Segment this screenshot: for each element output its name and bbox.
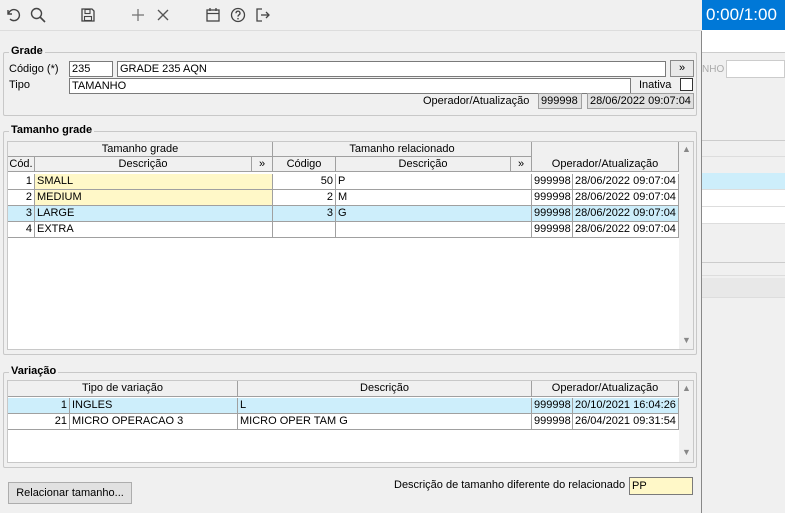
undo-icon[interactable]: [3, 5, 23, 25]
cell-cod: 21: [8, 414, 70, 430]
cell-codigo[interactable]: [273, 222, 336, 238]
cell-operador: 999998: [532, 222, 573, 238]
cell-data: 28/06/2022 09:07:04: [573, 206, 679, 222]
search-icon[interactable]: [28, 5, 48, 25]
variacao-group-title: Variação: [9, 365, 59, 377]
scroll-up-icon[interactable]: ▲: [682, 383, 691, 393]
tamanho-grade-grid: Tamanho grade Tamanho relacionado Cód. D…: [7, 141, 694, 350]
save-icon[interactable]: [78, 5, 98, 25]
relacionar-tamanho-button[interactable]: Relacionar tamanho...: [8, 482, 132, 504]
inativa-checkbox[interactable]: [680, 78, 693, 91]
cell-descricao: MICRO OPER TAM G: [238, 414, 532, 430]
cell-operador: 999998: [532, 414, 573, 430]
column-header-cod[interactable]: Cód.: [8, 157, 35, 172]
cell-operador: 999998: [532, 174, 573, 190]
grade-window: Grade Código (*) 235 GRADE 235 AQN » Tip…: [0, 0, 702, 513]
exit-icon[interactable]: [253, 5, 273, 25]
cell-cod: 1: [8, 398, 70, 414]
cell-descricao[interactable]: SMALL: [35, 174, 273, 190]
cell-descricao: L: [238, 398, 532, 414]
cell-tipo[interactable]: INGLES: [70, 398, 238, 414]
cell-cod: 4: [8, 222, 35, 238]
column-header-operador[interactable]: Operador/Atualização: [532, 381, 679, 397]
cell-codigo[interactable]: 2: [273, 190, 336, 206]
help-icon[interactable]: [228, 5, 248, 25]
descricao-rel-lookup-button[interactable]: »: [511, 157, 532, 172]
cell-data: 20/10/2021 16:04:26: [573, 398, 679, 414]
background-input: [726, 60, 785, 78]
codigo-description-input[interactable]: GRADE 235 AQN: [117, 61, 666, 77]
inativa-label: Inativa: [639, 79, 672, 91]
scroll-up-icon[interactable]: ▲: [682, 144, 691, 154]
cell-codigo[interactable]: 3: [273, 206, 336, 222]
column-header-descricao-rel[interactable]: Descrição: [336, 157, 511, 172]
cell-operador: 999998: [532, 206, 573, 222]
desc-diff-label: Descrição de tamanho diferente do relaci…: [394, 479, 626, 491]
add-icon[interactable]: [128, 5, 148, 25]
grid-group-header: Tamanho relacionado: [273, 142, 532, 157]
column-header-operador[interactable]: Operador/Atualização: [532, 142, 679, 172]
calendar-icon[interactable]: [203, 5, 223, 25]
desc-diff-input[interactable]: PP: [629, 477, 693, 495]
cell-operador: 999998: [532, 398, 573, 414]
background-grid-row: [702, 207, 785, 224]
grade-group-title: Grade: [9, 45, 45, 57]
background-header: [702, 30, 785, 53]
grade-lookup-button[interactable]: »: [670, 60, 694, 77]
cell-cod: 1: [8, 174, 35, 190]
cell-data: 28/06/2022 09:07:04: [573, 174, 679, 190]
operador-value: 999998: [538, 93, 582, 109]
vertical-scrollbar[interactable]: ▲ ▼: [679, 381, 693, 462]
cell-descricao[interactable]: MEDIUM: [35, 190, 273, 206]
cell-codigo[interactable]: 50: [273, 174, 336, 190]
cell-descricao[interactable]: EXTRA: [35, 222, 273, 238]
column-header-tipo[interactable]: Tipo de variação: [8, 381, 238, 397]
background-app: 0:00/1:00 NHO: [702, 0, 785, 513]
column-header-descricao[interactable]: Descrição: [238, 381, 532, 397]
column-header-descricao[interactable]: Descrição: [35, 157, 252, 172]
background-grid-row: [702, 190, 785, 207]
codigo-input[interactable]: 235: [69, 61, 113, 77]
cell-cod: 3: [8, 206, 35, 222]
variacao-grid: Tipo de variação Descrição Operador/Atua…: [7, 380, 694, 463]
vertical-scrollbar[interactable]: ▲ ▼: [679, 142, 693, 349]
timer-display: 0:00/1:00: [702, 0, 785, 30]
tipo-input[interactable]: TAMANHO: [69, 78, 631, 94]
cell-data: 26/04/2021 09:31:54: [573, 414, 679, 430]
cell-descricao-rel: M: [336, 190, 532, 206]
cell-descricao-rel: [336, 222, 532, 238]
operador-label: Operador/Atualização: [423, 95, 530, 107]
background-divider: [702, 262, 785, 276]
background-label: NHO: [702, 64, 725, 75]
cell-data: 28/06/2022 09:07:04: [573, 222, 679, 238]
background-divider: [702, 278, 785, 298]
background-grid-row: [702, 173, 785, 190]
descricao-lookup-button[interactable]: »: [252, 157, 273, 172]
cell-operador: 999998: [532, 190, 573, 206]
cell-data: 28/06/2022 09:07:04: [573, 190, 679, 206]
cell-cod: 2: [8, 190, 35, 206]
tamanho-grade-group-title: Tamanho grade: [9, 124, 95, 136]
cell-descricao-rel: P: [336, 174, 532, 190]
codigo-label: Código (*): [9, 63, 59, 75]
cell-descricao-rel: G: [336, 206, 532, 222]
tipo-label: Tipo: [9, 79, 30, 91]
cell-tipo[interactable]: MICRO OPERACAO 3: [70, 414, 238, 430]
cell-descricao[interactable]: LARGE: [35, 206, 273, 222]
column-header-codigo[interactable]: Código: [273, 157, 336, 172]
toolbar-divider: [0, 30, 702, 31]
grid-group-header: Tamanho grade: [8, 142, 273, 157]
atualizacao-value: 28/06/2022 09:07:04: [587, 93, 694, 109]
scroll-down-icon[interactable]: ▼: [682, 447, 691, 457]
background-grid-header: [702, 140, 785, 157]
toolbar: [0, 0, 702, 30]
scroll-down-icon[interactable]: ▼: [682, 335, 691, 345]
close-icon[interactable]: [153, 5, 173, 25]
